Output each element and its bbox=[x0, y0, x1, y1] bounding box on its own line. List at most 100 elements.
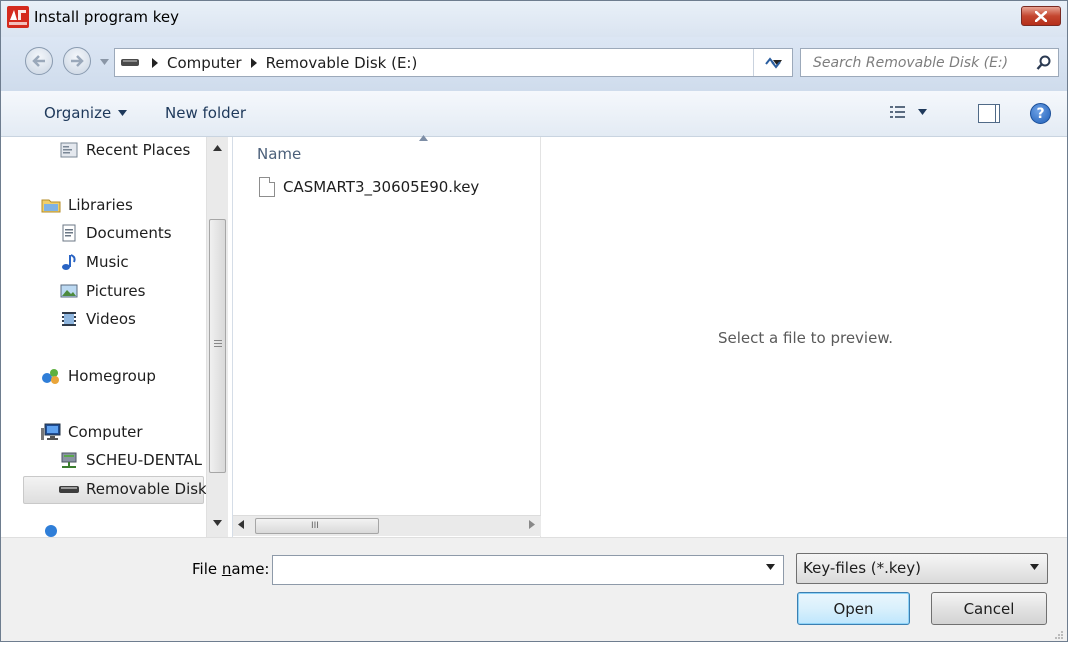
forward-button[interactable] bbox=[63, 47, 91, 75]
dialog-footer: File name: Key-files (*.key) Open Cancel bbox=[1, 537, 1067, 641]
documents-icon bbox=[59, 224, 79, 242]
change-view-button[interactable] bbox=[890, 105, 927, 119]
install-program-key-dialog: Install program key Computer Removable D… bbox=[0, 0, 1068, 642]
navigation-bar: Computer Removable Disk (E:) Search Remo… bbox=[1, 37, 1067, 91]
scroll-left-icon[interactable] bbox=[238, 520, 244, 529]
network-drive-icon bbox=[59, 451, 79, 469]
sidebar-item-pictures[interactable]: Pictures bbox=[59, 282, 145, 300]
app-logo-icon bbox=[7, 6, 29, 28]
sidebar-item-homegroup[interactable]: Homegroup bbox=[41, 367, 156, 385]
sidebar-item-label: Removable Disk ( bbox=[86, 480, 218, 498]
chevron-down-icon[interactable] bbox=[766, 564, 775, 570]
breadcrumb-arrow-icon bbox=[152, 58, 158, 68]
breadcrumb-removable-disk[interactable]: Removable Disk (E:) bbox=[266, 54, 418, 72]
sidebar-item-scheu-dental[interactable]: SCHEU-DENTAL bbox=[59, 451, 202, 469]
open-button-label: Open bbox=[833, 599, 874, 618]
navigation-pane: Recent Places Libraries Documents Music bbox=[1, 137, 233, 537]
title-bar[interactable]: Install program key bbox=[1, 1, 1067, 37]
refresh-icon bbox=[764, 56, 781, 69]
list-item[interactable]: CASMART3_30605E90.key bbox=[259, 177, 479, 197]
preview-pane: Select a file to preview. bbox=[542, 137, 1067, 537]
file-type-value: Key-files (*.key) bbox=[803, 559, 922, 577]
organize-menu[interactable]: Organize bbox=[44, 104, 128, 122]
sidebar-item-videos[interactable]: Videos bbox=[59, 310, 136, 328]
sidebar-item-label: Homegroup bbox=[68, 367, 156, 385]
back-button[interactable] bbox=[25, 47, 53, 75]
open-button[interactable]: Open bbox=[797, 592, 910, 625]
sidebar-item-label: Music bbox=[86, 253, 129, 271]
navigation-scrollbar[interactable] bbox=[206, 137, 228, 537]
grip-icon bbox=[214, 340, 222, 347]
file-icon bbox=[259, 177, 275, 197]
close-button[interactable] bbox=[1021, 6, 1061, 26]
libraries-icon bbox=[41, 196, 61, 214]
preview-pane-button[interactable] bbox=[978, 104, 1000, 123]
sidebar-item-documents[interactable]: Documents bbox=[59, 224, 172, 242]
music-icon bbox=[59, 253, 79, 271]
scroll-right-icon[interactable] bbox=[529, 520, 535, 529]
close-icon bbox=[1035, 10, 1047, 22]
sort-ascending-icon bbox=[419, 135, 428, 141]
chevron-down-icon bbox=[99, 59, 109, 65]
search-icon[interactable] bbox=[1036, 55, 1052, 71]
recent-locations-dropdown[interactable] bbox=[97, 51, 111, 73]
breadcrumb-computer[interactable]: Computer bbox=[167, 54, 242, 72]
chevron-down-icon bbox=[918, 109, 927, 115]
new-folder-button[interactable]: New folder bbox=[165, 104, 246, 122]
pictures-icon bbox=[59, 282, 79, 300]
scrollbar-thumb[interactable] bbox=[209, 219, 226, 473]
sidebar-item-removable-disk[interactable]: Removable Disk ( bbox=[59, 480, 217, 498]
sidebar-item-label: SCHEU-DENTAL bbox=[86, 451, 203, 469]
sidebar-item-computer[interactable]: Computer bbox=[41, 423, 143, 441]
chevron-down-icon bbox=[118, 110, 128, 116]
sidebar-item-label: Recent Places bbox=[86, 141, 191, 159]
sidebar-item-label: Pictures bbox=[86, 282, 146, 300]
back-arrow-icon bbox=[32, 55, 45, 67]
cancel-button[interactable]: Cancel bbox=[931, 592, 1047, 625]
file-name-field[interactable] bbox=[272, 555, 784, 585]
recent-places-icon bbox=[59, 141, 79, 159]
organize-label: Organize bbox=[44, 104, 112, 122]
cancel-button-label: Cancel bbox=[963, 599, 1015, 618]
chevron-down-icon bbox=[1030, 564, 1039, 570]
sidebar-item-label: Computer bbox=[68, 423, 143, 441]
main-area: Recent Places Libraries Documents Music bbox=[1, 135, 1067, 537]
sidebar-item-label: Videos bbox=[86, 310, 136, 328]
view-options-icon bbox=[890, 106, 905, 118]
file-type-select[interactable]: Key-files (*.key) bbox=[796, 553, 1048, 584]
file-list-pane: Name CASMART3_30605E90.key III bbox=[233, 135, 541, 537]
computer-icon bbox=[41, 423, 61, 441]
new-folder-label: New folder bbox=[165, 104, 247, 122]
homegroup-icon bbox=[41, 367, 61, 385]
resize-grip-icon[interactable] bbox=[1054, 630, 1064, 640]
sidebar-item-music[interactable]: Music bbox=[59, 253, 129, 271]
preview-message: Select a file to preview. bbox=[718, 329, 893, 347]
sidebar-item-label: Documents bbox=[86, 224, 172, 242]
command-bar: Organize New folder ? bbox=[1, 91, 1067, 137]
sidebar-item-label: Libraries bbox=[68, 196, 133, 214]
address-bar[interactable]: Computer Removable Disk (E:) bbox=[114, 48, 793, 77]
search-placeholder: Search Removable Disk (E:) bbox=[813, 55, 1009, 71]
file-name: CASMART3_30605E90.key bbox=[283, 178, 480, 196]
forward-arrow-icon bbox=[71, 55, 84, 67]
name-column-header[interactable]: Name bbox=[257, 145, 301, 163]
scroll-down-icon[interactable] bbox=[213, 520, 222, 526]
file-name-label: File name: bbox=[192, 560, 270, 578]
scroll-up-icon[interactable] bbox=[213, 145, 222, 151]
sidebar-item-recent-places[interactable]: Recent Places bbox=[59, 141, 190, 159]
window-title: Install program key bbox=[34, 8, 179, 26]
refresh-button[interactable] bbox=[753, 49, 791, 76]
search-box[interactable]: Search Removable Disk (E:) bbox=[800, 48, 1059, 77]
help-icon: ? bbox=[1036, 105, 1045, 122]
videos-icon bbox=[59, 310, 79, 328]
removable-disk-icon bbox=[59, 480, 79, 498]
sidebar-item-libraries[interactable]: Libraries bbox=[41, 196, 133, 214]
file-name-input[interactable] bbox=[273, 556, 753, 582]
column-header-label: Name bbox=[257, 145, 302, 163]
file-list-hscrollbar[interactable]: III bbox=[233, 515, 541, 536]
grip-icon: III bbox=[311, 521, 319, 531]
scrollbar-thumb[interactable]: III bbox=[255, 518, 379, 534]
removable-disk-icon bbox=[121, 59, 139, 66]
help-button[interactable]: ? bbox=[1030, 103, 1051, 124]
breadcrumb-arrow-icon bbox=[250, 58, 257, 68]
